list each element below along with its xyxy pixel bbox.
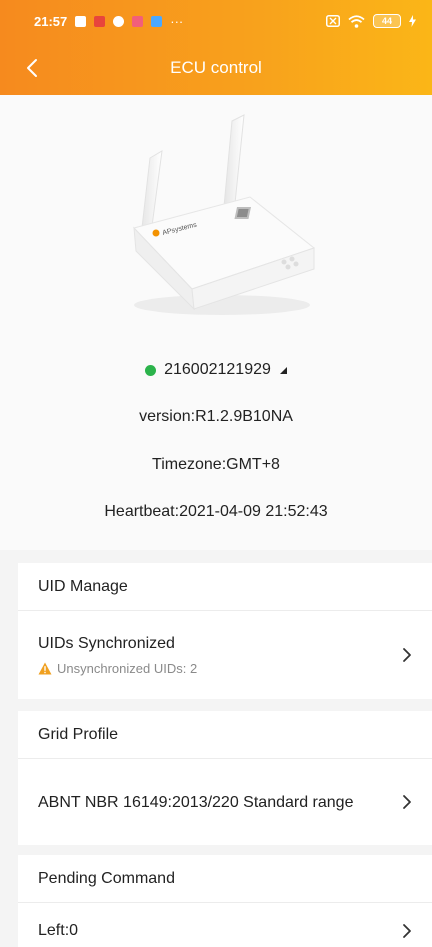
ecu-id: 216002121929: [164, 361, 271, 378]
pending-command-row[interactable]: Left:0: [18, 903, 432, 947]
chevron-right-icon: [403, 924, 411, 938]
wifi-icon: [348, 14, 365, 28]
notification-icon: [113, 15, 125, 27]
grid-profile-row[interactable]: ABNT NBR 16149:2013/220 Standard range: [18, 759, 432, 845]
uid-manage-title: UID Manage: [18, 563, 432, 611]
status-right: 44: [326, 14, 416, 28]
chevron-left-icon[interactable]: [22, 57, 44, 79]
notification-icon: [94, 15, 106, 27]
device-info-panel: APsystems 216002121929 version:R1.2.9B10…: [0, 95, 432, 550]
grid-profile-title: Grid Profile: [18, 711, 432, 759]
heartbeat: Heartbeat:2021-04-09 21:52:43: [104, 503, 328, 520]
sim-icon: [326, 15, 340, 27]
title-bar: ECU control: [0, 48, 432, 88]
uids-synchronized-label: UIDs Synchronized: [38, 634, 175, 652]
chevron-right-icon: [403, 795, 411, 809]
app-header: 21:57 ··· 44 ECU control: [0, 0, 432, 95]
chevron-right-icon: [403, 648, 411, 662]
firmware-version: version:R1.2.9B10NA: [139, 408, 293, 425]
pending-command-count: Left:0: [38, 922, 79, 939]
ecu-device-image: APsystems: [133, 114, 316, 315]
online-status-dot: [145, 364, 157, 376]
pending-command-title: Pending Command: [18, 855, 432, 903]
unsynchronized-warning: Unsynchronized UIDs: 2: [38, 661, 382, 676]
ecu-id-selector[interactable]: 216002121929: [0, 361, 432, 379]
status-time: 21:57: [34, 13, 68, 29]
uids-synchronized-row[interactable]: UIDs Synchronized Unsynchronized UIDs: 2: [18, 611, 432, 699]
notification-icon: [151, 15, 163, 27]
grid-profile-value: ABNT NBR 16149:2013/220 Standard range: [38, 793, 354, 811]
notification-icon: [132, 15, 144, 27]
notification-icon: [75, 15, 87, 27]
timezone: Timezone:GMT+8: [152, 456, 280, 473]
unsynchronized-count: Unsynchronized UIDs: 2: [57, 660, 198, 676]
status-left: 21:57 ···: [34, 14, 183, 29]
more-notifications: ···: [170, 13, 184, 29]
pending-command-card: Pending Command Left:0: [18, 855, 432, 947]
status-bar: 21:57 ··· 44: [0, 0, 432, 42]
battery-icon: 44: [373, 14, 401, 28]
warning-icon: [38, 662, 52, 674]
grid-profile-card: Grid Profile ABNT NBR 16149:2013/220 Sta…: [18, 711, 432, 845]
charging-icon: [409, 15, 416, 27]
uid-manage-card: UID Manage UIDs Synchronized Unsynchroni…: [18, 563, 432, 699]
dropdown-caret-icon: [279, 367, 287, 374]
page-title: ECU control: [170, 58, 262, 77]
